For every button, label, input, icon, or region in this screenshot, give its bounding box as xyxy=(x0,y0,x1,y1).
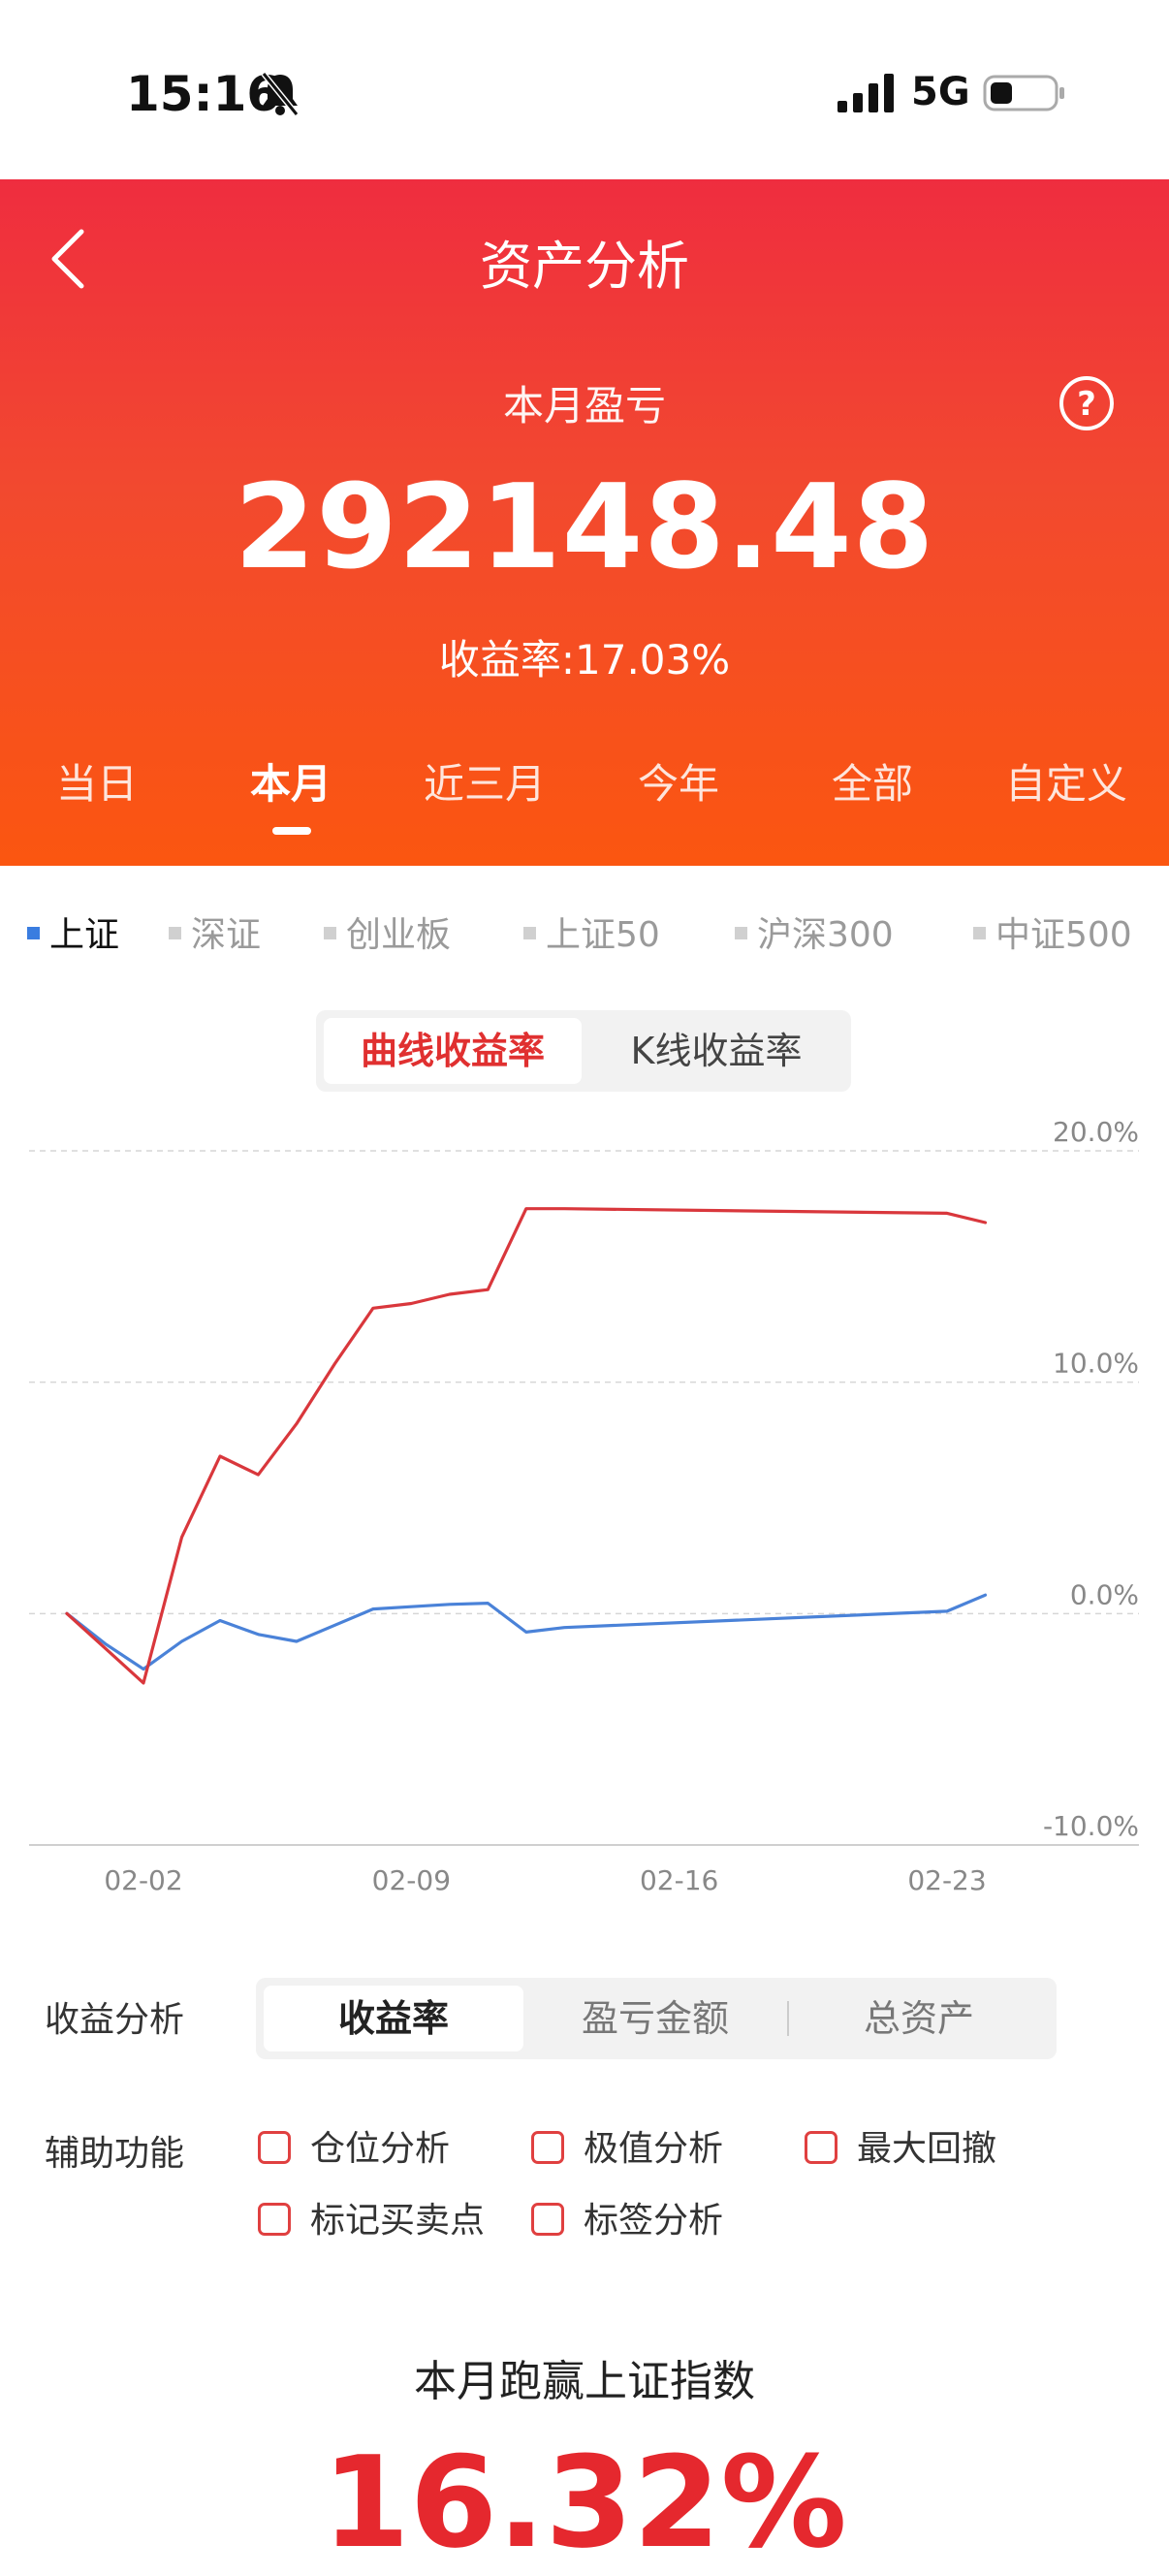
profit-rate: 收益率:17.03% xyxy=(438,636,731,684)
x-tick-label: 02-16 xyxy=(640,1864,718,1896)
index-tab-label: 上证 xyxy=(49,915,120,955)
x-tick-label: 02-02 xyxy=(104,1864,182,1896)
index-return-line xyxy=(65,1593,988,1671)
tab-this-year[interactable]: 今年 xyxy=(582,751,775,811)
bell-muted-icon xyxy=(261,72,300,116)
index-tab-label: 创业板 xyxy=(346,915,452,955)
index-tab-label: 中证500 xyxy=(995,915,1132,955)
checkbox-icon xyxy=(531,2203,564,2236)
max-drawdown-checkbox[interactable]: 最大回撤 xyxy=(805,2125,996,2174)
tab-all[interactable]: 全部 xyxy=(775,751,969,811)
return-line-chart: 20.0% 10.0% 0.0% -10.0% 02-02 02-09 02-16 02-23 xyxy=(29,1116,1139,1896)
return-rate-button[interactable]: 收益率 xyxy=(264,1986,523,2051)
help-icon[interactable]: ? xyxy=(1058,375,1115,431)
curve-return-button[interactable]: 曲线收益率 xyxy=(324,1018,582,1084)
tab-today[interactable]: 当日 xyxy=(0,751,194,811)
mark-trades-checkbox[interactable]: 标记买卖点 xyxy=(258,2197,485,2245)
profit-amount-button[interactable]: 盈亏金额 xyxy=(525,1986,785,2051)
period-tabs: 当日 本月 近三月 今年 全部 自定义 xyxy=(0,751,1169,866)
y-tick-label: 0.0% xyxy=(1070,1578,1139,1610)
checkbox-icon xyxy=(805,2131,837,2164)
legend-square-icon xyxy=(973,926,986,939)
position-analysis-checkbox[interactable]: 仓位分析 xyxy=(258,2125,450,2174)
tag-analysis-checkbox[interactable]: 标签分析 xyxy=(531,2197,723,2245)
page-title: 资产分析 xyxy=(480,236,689,297)
extreme-analysis-checkbox[interactable]: 极值分析 xyxy=(531,2125,723,2174)
index-tab-csi500[interactable]: 中证500 xyxy=(973,906,1132,955)
y-tick-label: 20.0% xyxy=(1053,1116,1139,1148)
analysis-toggle: 收益率 盈亏金额 总资产 xyxy=(256,1978,1057,2059)
tab-this-month[interactable]: 本月 xyxy=(194,751,388,811)
profit-amount: 292148.48 xyxy=(234,461,935,595)
checkbox-icon xyxy=(258,2131,291,2164)
index-tab-csi300[interactable]: 沪深300 xyxy=(735,906,894,955)
beat-index-value: 16.32% xyxy=(322,2429,847,2576)
y-tick-label: -10.0% xyxy=(1043,1810,1139,1842)
chart-mode-toggle: 曲线收益率 K线收益率 xyxy=(316,1010,851,1092)
beat-index-title: 本月跑赢上证指数 xyxy=(414,2357,755,2406)
checkbox-icon xyxy=(531,2131,564,2164)
checkbox-label: 极值分析 xyxy=(584,2129,724,2169)
index-tab-shenzhen[interactable]: 深证 xyxy=(169,906,261,955)
battery-icon xyxy=(983,75,1064,111)
index-tab-chinext[interactable]: 创业板 xyxy=(324,906,451,955)
status-bar: 15:16 5G xyxy=(0,0,1169,179)
index-tab-sse50[interactable]: 上证50 xyxy=(523,906,660,955)
kline-return-button[interactable]: K线收益率 xyxy=(589,1018,843,1084)
signal-icon xyxy=(837,74,894,112)
analysis-label: 收益分析 xyxy=(45,2000,185,2040)
index-tab-label: 深证 xyxy=(191,915,262,955)
portfolio-return-line xyxy=(65,1207,988,1685)
index-tab-shanghai[interactable]: 上证 xyxy=(27,906,119,955)
network-type: 5G xyxy=(911,70,970,114)
checkbox-icon xyxy=(258,2203,291,2236)
tab-three-months[interactable]: 近三月 xyxy=(388,751,582,811)
legend-square-icon xyxy=(27,926,40,939)
aux-label: 辅助功能 xyxy=(45,2134,185,2174)
x-tick-label: 02-09 xyxy=(372,1864,451,1896)
svg-text:?: ? xyxy=(1077,385,1096,424)
y-tick-label: 10.0% xyxy=(1053,1348,1139,1380)
tab-custom[interactable]: 自定义 xyxy=(969,751,1163,811)
checkbox-label: 标签分析 xyxy=(584,2201,724,2241)
legend-square-icon xyxy=(169,926,181,939)
index-tab-label: 上证50 xyxy=(546,915,660,955)
checkbox-label: 最大回撤 xyxy=(857,2129,997,2169)
legend-square-icon xyxy=(523,926,536,939)
active-tab-indicator xyxy=(272,827,311,835)
index-tab-label: 沪深300 xyxy=(757,915,894,955)
total-assets-button[interactable]: 总资产 xyxy=(789,1986,1049,2051)
checkbox-label: 仓位分析 xyxy=(310,2129,451,2169)
checkbox-label: 标记买卖点 xyxy=(310,2201,486,2241)
x-tick-label: 02-23 xyxy=(907,1864,986,1896)
summary-header: 资产分析 本月盈亏 ? 292148.48 收益率:17.03% 当日 本月 近… xyxy=(0,179,1169,866)
legend-square-icon xyxy=(735,926,747,939)
legend-square-icon xyxy=(324,926,336,939)
summary-label: 本月盈亏 xyxy=(502,382,666,429)
